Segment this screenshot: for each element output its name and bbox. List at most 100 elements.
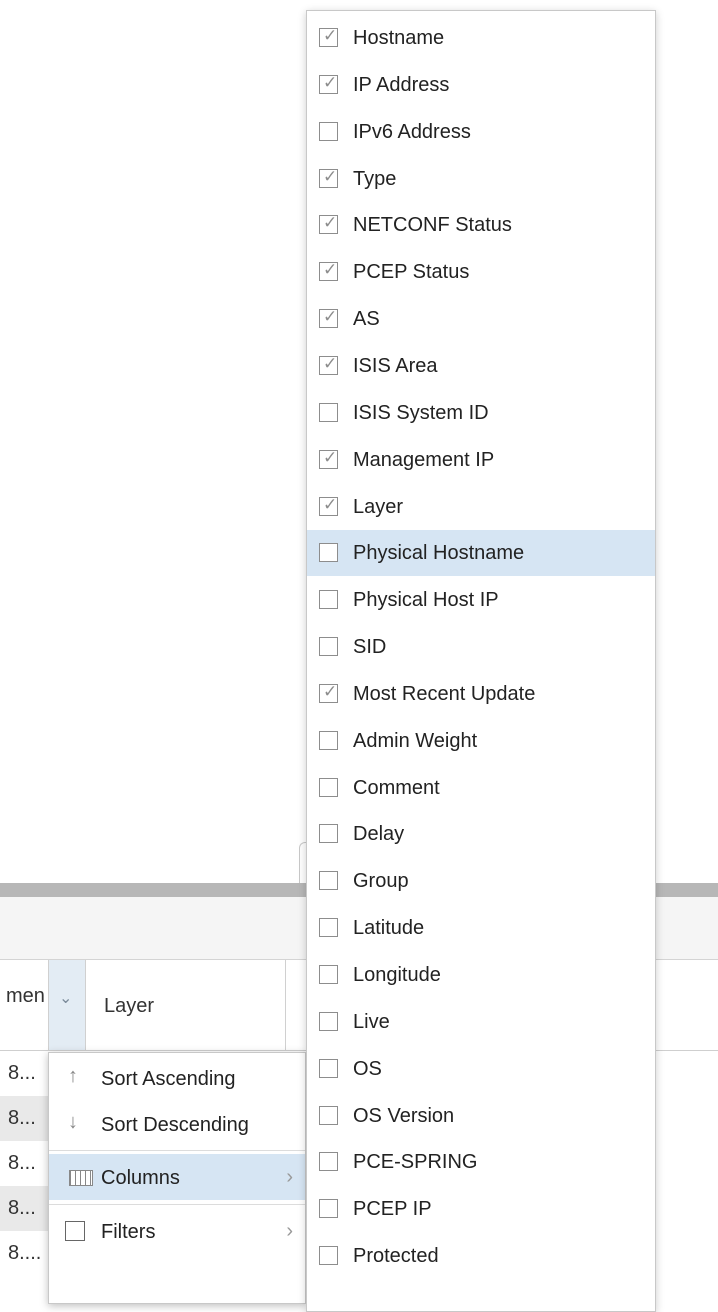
checkbox-checked-icon[interactable]: ✓: [319, 260, 338, 282]
columns-item[interactable]: Columns ›: [49, 1154, 305, 1200]
column-toggle-item[interactable]: Comment: [307, 765, 655, 811]
checkbox-checked-icon[interactable]: ✓: [319, 681, 338, 703]
column-toggle-label: Most Recent Update: [353, 682, 536, 705]
checkbox-icon[interactable]: [319, 777, 338, 797]
column-header-truncated[interactable]: men: [6, 985, 45, 1008]
check-icon: ✓: [323, 681, 338, 701]
menu-item-label: Sort Descending: [101, 1114, 249, 1136]
column-toggle-label: IPv6 Address: [353, 120, 471, 143]
chevron-down-icon: ⌄: [59, 990, 73, 1007]
column-toggle-item[interactable]: Physical Hostname: [307, 530, 655, 577]
column-toggle-label: PCE-SPRING: [353, 1151, 478, 1174]
check-icon: ✓: [323, 494, 338, 514]
checkbox-checked-icon[interactable]: ✓: [319, 213, 338, 235]
menu-item-label: Sort Ascending: [101, 1068, 236, 1090]
column-toggle-label: Latitude: [353, 917, 425, 940]
table-cell[interactable]: 8...: [0, 1096, 50, 1141]
column-toggle-item[interactable]: ✓ PCEP Status: [307, 249, 655, 295]
checkbox-icon[interactable]: [319, 871, 338, 891]
checkbox-icon[interactable]: [319, 121, 338, 141]
checkbox-icon[interactable]: [319, 402, 338, 422]
checkbox-icon[interactable]: [319, 1105, 338, 1125]
column-header-layer[interactable]: Layer: [104, 995, 154, 1018]
column-toggle-item[interactable]: Protected: [307, 1233, 655, 1279]
checkbox-icon[interactable]: [319, 543, 338, 563]
column-toggle-label: Protected: [353, 1245, 439, 1268]
column-toggle-item[interactable]: ✓ Most Recent Update: [307, 671, 655, 717]
table-cell[interactable]: 8....: [0, 1231, 50, 1276]
checkbox-icon[interactable]: [319, 1058, 338, 1078]
column-toggle-item[interactable]: ISIS System ID: [307, 390, 655, 436]
table-cell[interactable]: 8...: [0, 1141, 50, 1186]
sort-descending-item[interactable]: ↓ Sort Descending: [49, 1101, 305, 1147]
column-toggle-item[interactable]: ✓ Layer: [307, 484, 655, 530]
column-toggle-label: Layer: [353, 495, 404, 518]
check-icon: ✓: [323, 72, 338, 92]
column-context-menu: ↑ Sort Ascending ↓ Sort Descending Colum…: [48, 1052, 306, 1304]
column-toggle-item[interactable]: Delay: [307, 811, 655, 857]
chevron-right-icon: ›: [286, 1166, 293, 1188]
checkbox-checked-icon[interactable]: ✓: [319, 26, 338, 47]
columns-submenu: ✓ Hostname ✓ IP Address IPv6 Address ✓ Type ✓ NE…: [306, 10, 656, 1312]
checkbox-checked-icon[interactable]: ✓: [319, 307, 338, 329]
column-toggle-label: ISIS System ID: [353, 401, 489, 424]
sort-ascending-item[interactable]: ↑ Sort Ascending: [49, 1055, 305, 1101]
column-toggle-label: PCEP IP: [353, 1198, 432, 1221]
column-toggle-item[interactable]: Live: [307, 999, 655, 1045]
checkbox-checked-icon[interactable]: ✓: [319, 354, 338, 375]
checkbox-icon[interactable]: [319, 1199, 338, 1219]
column-toggle-item[interactable]: ✓ Management IP: [307, 437, 655, 483]
checkbox-checked-icon[interactable]: ✓: [319, 166, 338, 188]
column-toggle-item[interactable]: ✓ AS: [307, 296, 655, 342]
table-cell[interactable]: 8...: [0, 1186, 50, 1231]
checkbox-checked-icon[interactable]: ✓: [319, 494, 338, 516]
column-toggle-item[interactable]: Group: [307, 858, 655, 904]
column-toggle-item[interactable]: ✓ ISIS Area: [307, 343, 655, 389]
column-toggle-item[interactable]: PCEP IP: [307, 1186, 655, 1232]
checkbox-icon[interactable]: [319, 1152, 338, 1172]
column-toggle-label: Comment: [353, 776, 440, 799]
filters-item[interactable]: Filters ›: [49, 1208, 305, 1254]
column-toggle-label: OS Version: [353, 1104, 455, 1127]
check-icon: ✓: [323, 213, 338, 233]
column-toggle-label: Physical Hostname: [353, 542, 525, 565]
check-icon: ✓: [323, 26, 338, 45]
checkbox-icon[interactable]: [319, 730, 338, 750]
column-toggle-item[interactable]: PCE-SPRING: [307, 1139, 655, 1185]
column-toggle-label: Group: [353, 870, 409, 893]
filter-checkbox-icon: [65, 1221, 85, 1241]
checkbox-checked-icon[interactable]: ✓: [319, 448, 338, 469]
checkbox-checked-icon[interactable]: ✓: [319, 72, 338, 94]
arrow-down-icon: ↓: [68, 1111, 78, 1133]
column-toggle-item[interactable]: SID: [307, 624, 655, 670]
column-toggle-item[interactable]: ✓ IP Address: [307, 62, 655, 108]
column-toggle-item[interactable]: OS Version: [307, 1093, 655, 1139]
column-toggle-label: SID: [353, 636, 387, 659]
column-toggle-item[interactable]: ✓ Hostname: [307, 15, 655, 61]
column-toggle-item[interactable]: ✓ Type: [307, 156, 655, 202]
column-toggle-label: Hostname: [353, 27, 445, 49]
checkbox-icon[interactable]: [319, 1246, 338, 1266]
checkbox-icon[interactable]: [319, 965, 338, 984]
column-toggle-label: Longitude: [353, 964, 441, 986]
check-icon: ✓: [323, 166, 338, 186]
column-toggle-item[interactable]: Longitude: [307, 952, 655, 998]
column-menu-button[interactable]: ⌄: [48, 960, 86, 1050]
table-cell[interactable]: 8...: [0, 1051, 50, 1096]
checkbox-icon[interactable]: [319, 590, 338, 610]
column-toggle-label: Live: [353, 1010, 390, 1033]
column-toggle-label: Delay: [353, 823, 405, 846]
column-toggle-item[interactable]: IPv6 Address: [307, 109, 655, 155]
column-toggle-label: Type: [353, 167, 397, 190]
column-toggle-label: PCEP Status: [353, 261, 470, 284]
column-toggle-item[interactable]: OS: [307, 1046, 655, 1092]
column-toggle-item[interactable]: Physical Host IP: [307, 577, 655, 623]
column-divider[interactable]: [285, 960, 286, 1050]
column-toggle-item[interactable]: ✓ NETCONF Status: [307, 202, 655, 248]
column-toggle-item[interactable]: Admin Weight: [307, 718, 655, 764]
checkbox-icon[interactable]: [319, 918, 338, 938]
checkbox-icon[interactable]: [319, 824, 338, 844]
column-toggle-item[interactable]: Latitude: [307, 905, 655, 951]
checkbox-icon[interactable]: [319, 1011, 338, 1031]
checkbox-icon[interactable]: [319, 637, 338, 657]
